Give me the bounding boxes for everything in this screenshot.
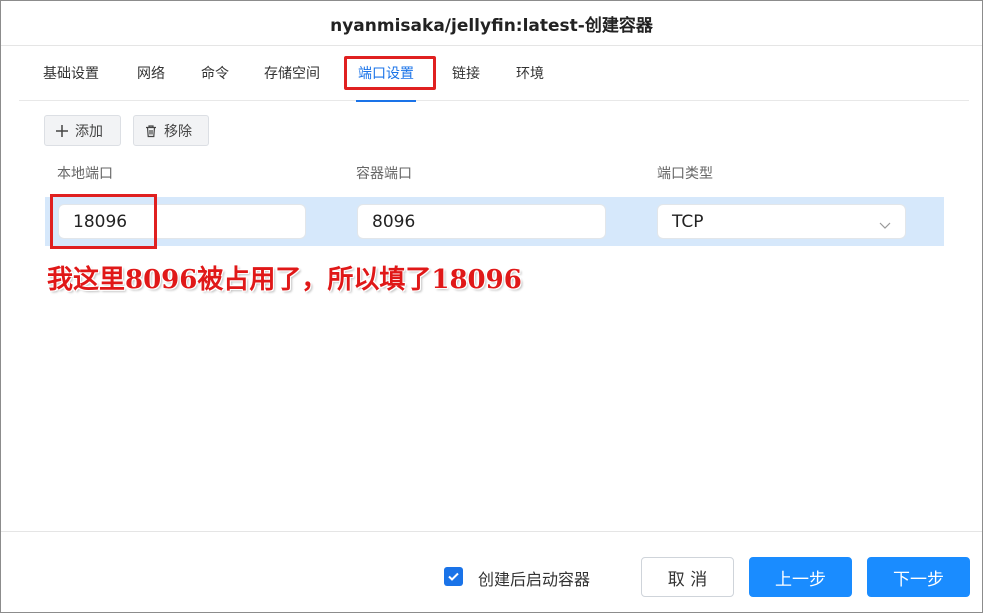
start-after-create-checkbox[interactable]	[444, 567, 463, 586]
create-container-dialog: nyanmisaka/jellyfin:latest-创建容器 基础设置 网络 …	[0, 0, 983, 613]
tab-network[interactable]: 网络	[137, 57, 165, 101]
add-button-label: 添加	[75, 123, 103, 140]
remove-button-label: 移除	[164, 123, 192, 140]
tab-bar: 基础设置 网络 命令 存储空间 端口设置 链接 环境	[19, 57, 969, 102]
tab-environment[interactable]: 环境	[516, 57, 544, 101]
trash-icon	[144, 124, 158, 138]
header-local-port: 本地端口	[57, 166, 113, 182]
previous-step-button[interactable]: 上一步	[749, 557, 852, 597]
annotation-note: 我这里8096被占用了，所以填了18096	[47, 265, 522, 295]
container-port-input[interactable]: 8096	[357, 204, 606, 239]
add-button[interactable]: 添加	[44, 115, 121, 146]
next-step-button[interactable]: 下一步	[867, 557, 970, 597]
local-port-input[interactable]: 18096	[58, 204, 306, 239]
port-type-select[interactable]: TCP	[657, 204, 906, 239]
plus-icon	[55, 124, 69, 138]
tab-command[interactable]: 命令	[201, 57, 229, 101]
tab-port-settings[interactable]: 端口设置	[356, 57, 416, 102]
start-after-create-label[interactable]: 创建后启动容器	[478, 566, 590, 590]
port-type-value: TCP	[672, 211, 704, 232]
cancel-button[interactable]: 取 消	[641, 557, 734, 597]
tab-basic-settings[interactable]: 基础设置	[43, 57, 99, 101]
remove-button[interactable]: 移除	[133, 115, 209, 146]
header-port-type: 端口类型	[657, 166, 713, 182]
header-container-port: 容器端口	[356, 166, 412, 182]
chevron-down-icon	[879, 216, 891, 229]
check-icon	[448, 572, 459, 581]
dialog-title: nyanmisaka/jellyfin:latest-创建容器	[1, 1, 982, 46]
tab-links[interactable]: 链接	[452, 57, 480, 101]
tab-storage[interactable]: 存储空间	[264, 57, 320, 101]
